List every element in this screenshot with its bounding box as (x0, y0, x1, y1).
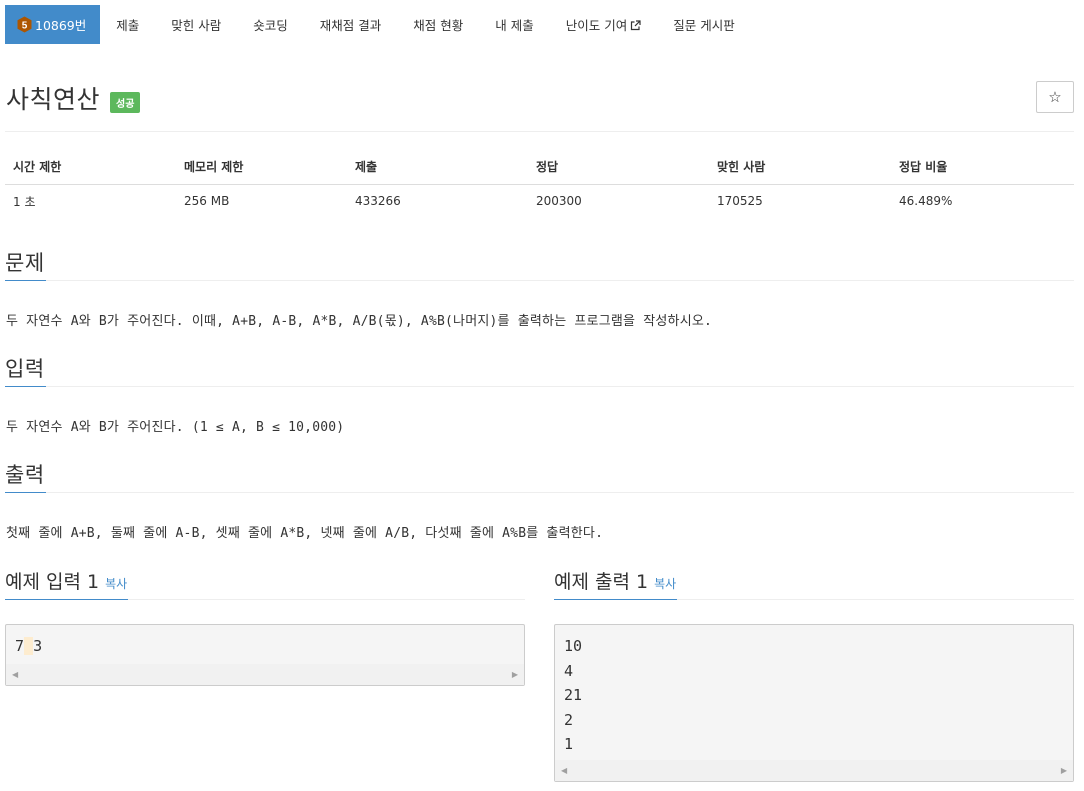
sample-output-code: 10 4 21 2 1 (564, 637, 583, 753)
solved-users-value: 170525 (717, 194, 763, 209)
memory-limit-value: 256 MB (184, 194, 230, 209)
favorite-star-button[interactable]: ☆ (1036, 81, 1074, 113)
submissions-value: 433266 (355, 194, 401, 209)
description-heading: 문제 (5, 249, 46, 281)
nav-solved-users[interactable]: 맞힌 사람 (155, 5, 237, 44)
nav-submit[interactable]: 제출 (100, 5, 155, 44)
header-submissions: 제출 (347, 150, 528, 185)
accepted-value: 200300 (536, 194, 582, 209)
header-solved-users: 맞힌 사람 (709, 150, 891, 185)
nav-status[interactable]: 채점 현황 (397, 5, 479, 44)
sample-input-headline: 예제 입력 1 복사 (5, 567, 525, 600)
nav-difficulty-label: 난이도 기여 (565, 18, 628, 33)
accept-ratio-value: 46.489% (899, 194, 953, 209)
info-header-row: 시간 제한 메모리 제한 제출 정답 맞힌 사람 정답 비율 (5, 150, 1074, 185)
output-headline: 출력 (5, 461, 1074, 493)
problem-title-row: 사칙연산 성공 (6, 80, 141, 116)
scroll-right-icon[interactable]: ▶ (1061, 766, 1067, 775)
header-accept-ratio: 정답 비율 (891, 150, 1074, 185)
nav-difficulty-contribution[interactable]: 난이도 기여 (550, 5, 657, 44)
nav-short-coding[interactable]: 숏코딩 (237, 5, 304, 44)
sample-input-heading-wrap: 예제 입력 1 복사 (5, 567, 129, 600)
time-limit-value: 1 초 (13, 194, 36, 209)
problem-number-label: 10869번 (35, 18, 87, 33)
star-icon: ☆ (1048, 88, 1062, 106)
status-badge: 성공 (110, 91, 141, 113)
scroll-left-icon[interactable]: ◀ (561, 766, 567, 775)
header-time-limit: 시간 제한 (5, 150, 176, 185)
sample-output-heading-wrap: 예제 출력 1 복사 (554, 567, 678, 600)
tier-bronze-icon: 5 (17, 16, 32, 33)
output-text: 첫째 줄에 A+B, 둘째 줄에 A-B, 셋째 줄에 A*B, 넷째 줄에 A… (6, 526, 604, 541)
sample-input-b: 3 (33, 637, 43, 655)
sample-output-box[interactable]: 10 4 21 2 1 ◀ ▶ (554, 624, 1074, 782)
sample-input-scrollbar[interactable]: ◀ ▶ (6, 664, 524, 685)
sample-input-a: 7 (15, 637, 25, 655)
title-divider (5, 131, 1074, 132)
input-text: 두 자연수 A와 B가 주어진다. (1 ≤ A, B ≤ 10,000) (6, 420, 345, 435)
nav-problem-number[interactable]: 5 10869번 (5, 5, 101, 44)
sample-input-highlight (24, 637, 34, 655)
nav-question-board[interactable]: 질문 게시판 (657, 5, 750, 44)
problem-menu: 5 10869번 제출 맞힌 사람 숏코딩 재채점 결과 채점 현황 내 제출 … (5, 5, 751, 44)
copy-sample-input-button[interactable]: 복사 (105, 577, 127, 591)
problem-title: 사칙연산 (6, 85, 101, 114)
nav-my-submissions[interactable]: 내 제출 (479, 5, 549, 44)
input-heading: 입력 (5, 355, 46, 387)
scroll-left-icon[interactable]: ◀ (12, 670, 18, 679)
sample-output-scrollbar[interactable]: ◀ ▶ (555, 760, 1073, 781)
sample-input-code: 7 3 (6, 625, 524, 659)
sample-output-heading: 예제 출력 1 (554, 571, 649, 593)
sample-output-headline: 예제 출력 1 복사 (554, 567, 1074, 600)
sample-input-box[interactable]: 7 3 ◀ ▶ (5, 624, 525, 686)
tier-number: 5 (22, 21, 28, 32)
scroll-right-icon[interactable]: ▶ (512, 670, 518, 679)
copy-sample-output-button[interactable]: 복사 (654, 577, 676, 591)
nav-rejudge-results[interactable]: 재채점 결과 (304, 5, 397, 44)
output-heading: 출력 (5, 461, 46, 493)
description-headline: 문제 (5, 249, 1074, 281)
header-accepted: 정답 (528, 150, 709, 185)
header-memory-limit: 메모리 제한 (176, 150, 347, 185)
problem-info-table: 시간 제한 메모리 제한 제출 정답 맞힌 사람 정답 비율 1 초 256 M… (5, 150, 1074, 218)
sample-input-heading: 예제 입력 1 (5, 571, 100, 593)
description-text: 두 자연수 A와 B가 주어진다. 이때, A+B, A-B, A*B, A/B… (6, 314, 713, 329)
external-link-icon (630, 19, 641, 31)
input-headline: 입력 (5, 355, 1074, 387)
info-value-row: 1 초 256 MB 433266 200300 170525 46.489% (5, 184, 1074, 218)
